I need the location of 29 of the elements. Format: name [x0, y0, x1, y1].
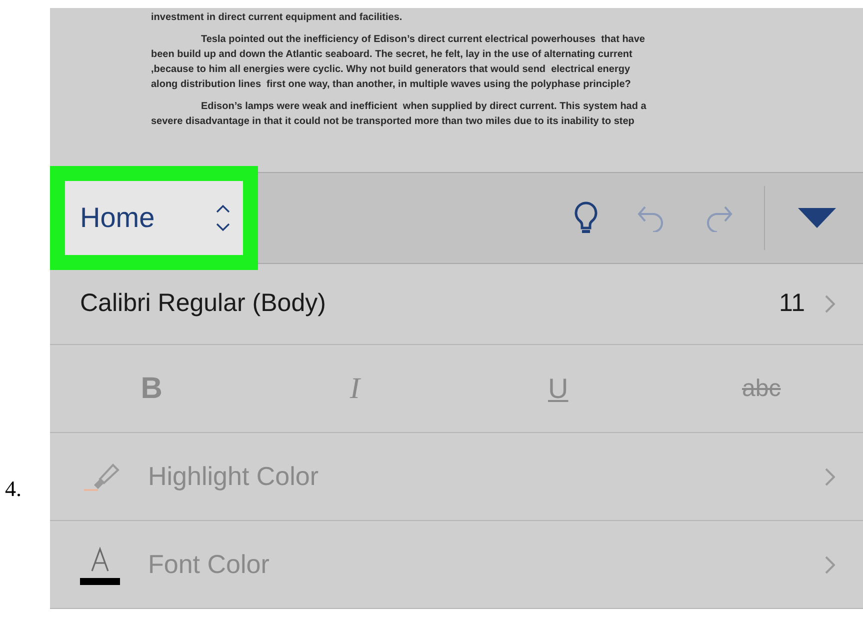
redo-icon[interactable]: [704, 204, 734, 232]
document-text-line: Tesla pointed out the inefficiency of Edison’s direct current electrical powerhouses that have: [200, 33, 645, 47]
document-text-line: ,because to him all energies were cyclic. Why not build generators that would send electrical energy: [151, 63, 630, 77]
bold-button[interactable]: B: [140, 366, 162, 411]
document-text-line: investment in direct current equipment and facilities.: [151, 11, 402, 25]
font-size[interactable]: 11: [779, 285, 805, 323]
chevron-right-icon: [825, 556, 835, 574]
option-label: Highlight Color: [148, 460, 320, 493]
step-number: 4.: [5, 475, 22, 503]
document-text-line: Edison’s lamps were weak and inefficient when supplied by direct current. This system had a: [200, 100, 646, 114]
chevron-right-icon: [825, 468, 835, 486]
home-label: Home: [80, 201, 156, 235]
dropdown-triangle-icon[interactable]: [798, 208, 836, 228]
undo-icon[interactable]: [636, 204, 666, 232]
document-text-line: along distribution lines first one way, than another, in multiple waves using the polyphase principle?: [151, 78, 631, 92]
color-option-row[interactable]: Font Color: [50, 521, 863, 609]
strikethrough-button[interactable]: abc: [742, 370, 781, 406]
chevron-right-icon[interactable]: [825, 295, 835, 313]
up-down-chevron-icon: [215, 202, 231, 234]
italic-button[interactable]: I: [350, 366, 360, 411]
underline-button[interactable]: U: [548, 368, 568, 410]
document-text-line: severe disadvantage in that it could not be transported more than two miles due to its inability to step: [151, 115, 634, 129]
document-text-line: been build up and down the Atlantic seaboard. The secret, he felt, lay in the use of alternating current: [151, 48, 632, 62]
font-name[interactable]: Calibri Regular (Body): [80, 285, 326, 323]
home-tab-selector[interactable]: Home: [50, 166, 258, 270]
font-color-icon: [80, 544, 120, 584]
lightbulb-icon[interactable]: [574, 201, 598, 235]
color-option-row[interactable]: Highlight Color: [50, 433, 863, 521]
option-label: Font Color: [148, 548, 270, 581]
